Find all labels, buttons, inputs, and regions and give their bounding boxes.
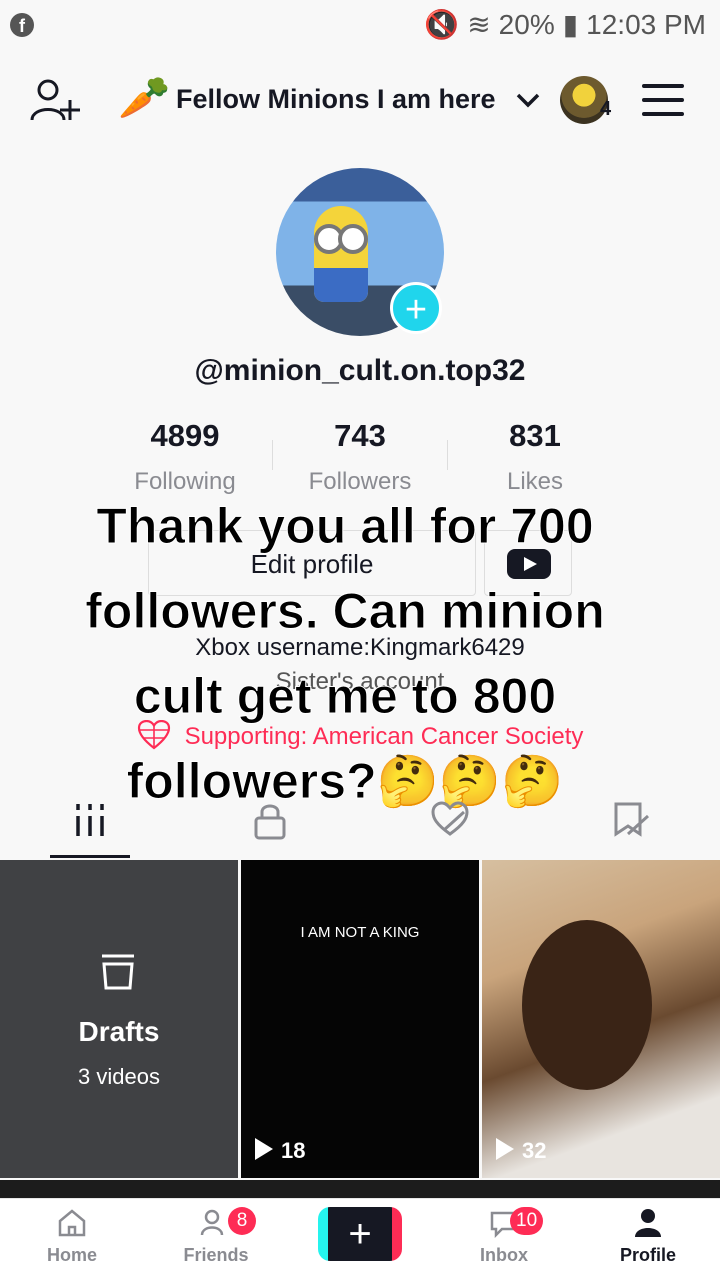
status-bar: f 🔇 ≋ 20% ▮ 12:03 PM [0,0,720,52]
drafts-label: Drafts [78,1016,160,1047]
account-count: 4 [600,98,612,120]
tab-private-lock-icon[interactable] [250,800,290,840]
battery-percent: 20% [498,9,555,40]
stat-value: 4899 [150,418,220,453]
minion-overalls [314,268,368,302]
tab-liked-hidden-icon[interactable] [430,800,470,840]
home-icon [58,1209,86,1237]
stat-value: 743 [334,418,386,453]
minion-goggle [338,224,368,254]
play-count: 18 [255,1138,305,1164]
wifi-icon: ≋ [467,9,491,40]
menu-icon[interactable] [642,84,684,116]
account-switcher-name[interactable]: Fellow Minions I am here [176,84,496,115]
nav-label: Inbox [480,1245,528,1265]
play-icon [255,1138,273,1160]
tab-videos-grid-icon[interactable] [70,800,110,840]
add-avatar-plus-icon[interactable]: + [390,282,442,334]
nav-profile[interactable]: Profile [588,1207,708,1266]
nav-label: Friends [183,1245,249,1265]
video-thumbnail-face [522,920,652,1090]
nav-label: Profile [619,1245,676,1265]
play-count: 32 [496,1138,546,1164]
profile-icon [635,1209,661,1237]
plus-icon: + [348,1212,372,1256]
active-tab-indicator [50,855,130,858]
carrot-icon: 🥕 [118,74,171,121]
bottom-nav: Home 8 Friends + 10 Inbox Profile [0,1198,720,1281]
create-button[interactable]: + [318,1207,402,1261]
username: @minion_cult.on.top32 [194,354,526,387]
drafts-tile[interactable]: Drafts 3 videos [0,860,238,1178]
facebook-icon: f [10,13,34,37]
play-count-value: 18 [281,1138,306,1163]
nav-label: Home [46,1245,97,1265]
video-tile[interactable]: 32 [482,860,720,1178]
tab-saved-hidden-icon[interactable] [610,800,650,840]
clock: 12:03 PM [586,9,706,40]
next-row-thumbnails [0,1180,720,1198]
nav-inbox[interactable]: 10 Inbox [444,1207,564,1266]
friends-badge: 8 [228,1207,256,1235]
stat-value: 831 [509,418,561,453]
add-friend-icon[interactable] [28,76,82,126]
mute-icon: 🔇 [424,9,460,40]
battery-icon: ▮ [562,9,579,40]
chevron-down-icon[interactable] [514,86,542,114]
nav-friends[interactable]: 8 Friends [156,1207,276,1266]
drafts-count: 3 videos [78,1064,160,1089]
video-tile[interactable]: I AM NOT A KING 18 [241,860,479,1178]
video-thumbnail-text: I AM NOT A KING [300,924,420,941]
nav-home[interactable]: Home [12,1207,132,1266]
overlay-caption: Thank you all for 700 followers. Can min… [85,498,605,810]
status-indicators: 🔇 ≋ 20% ▮ 12:03 PM [416,8,706,41]
play-icon [496,1138,514,1160]
drafts-icon [102,954,134,990]
inbox-badge: 10 [510,1207,544,1235]
play-count-value: 32 [522,1138,547,1163]
